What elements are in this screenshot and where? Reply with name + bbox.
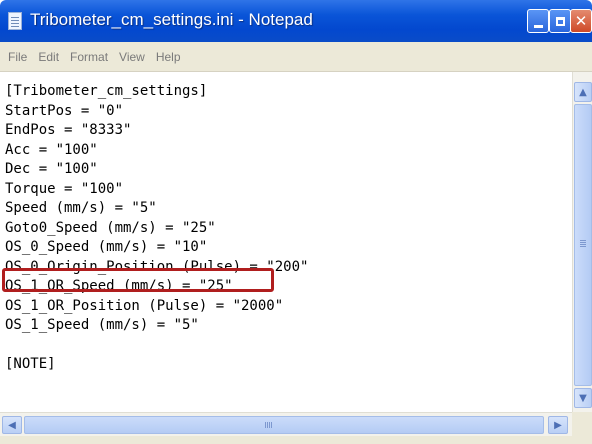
menu-file[interactable]: File — [8, 50, 27, 64]
scroll-right-button[interactable]: ▶ — [548, 416, 568, 434]
vertical-scrollbar[interactable]: ▲ ▼ — [572, 72, 592, 412]
vertical-scroll-thumb[interactable] — [574, 104, 592, 386]
notepad-icon — [8, 12, 22, 30]
editor-line: StartPos = "0" — [5, 102, 124, 119]
editor-line: Speed (mm/s) = "5" — [5, 200, 157, 216]
menu-help[interactable]: Help — [156, 50, 181, 64]
menu-edit[interactable]: Edit — [38, 50, 59, 64]
arrow-down-icon: ▼ — [579, 392, 587, 404]
close-icon: ✕ — [574, 11, 588, 30]
editor-line: ​ — [5, 336, 308, 356]
minimize-icon — [533, 24, 543, 28]
text-editor[interactable]: [Tribometer_cm_settings] StartPos = "0" En… — [0, 72, 572, 412]
editor-line: [NOTE] — [5, 356, 56, 372]
editor-line: Acc = "100" — [5, 141, 98, 158]
menu-bar: File Edit Format View Help — [0, 42, 592, 72]
editor-line: OS_1_Speed (mm/s) = "5" — [5, 317, 199, 333]
editor-line: Goto0_Speed (mm/s) = "25" — [5, 219, 216, 236]
window-title: Tribometer_cm_settings.ini - Notepad — [30, 10, 313, 29]
editor-line: EndPos = "8333" — [5, 122, 132, 138]
scroll-up-button[interactable]: ▲ — [574, 82, 592, 102]
editor-line: [Tribometer_cm_settings] — [5, 83, 208, 99]
window-bottom-edge — [0, 436, 572, 444]
size-grip[interactable] — [572, 412, 592, 444]
menu-format[interactable]: Format — [70, 50, 108, 64]
arrow-up-icon: ▲ — [579, 86, 587, 98]
title-bar[interactable]: Tribometer_cm_settings.ini - Notepad ✕ — [0, 0, 592, 42]
highlight-annotation-box — [2, 268, 274, 292]
horizontal-scroll-thumb[interactable] — [24, 416, 544, 434]
editor-line: OS_0_Speed (mm/s) = "10" — [5, 239, 208, 255]
editor-content[interactable]: [Tribometer_cm_settings] StartPos = "0" En… — [5, 82, 308, 375]
editor-line: OS_1_OR_Position (Pulse) = "2000" — [5, 297, 284, 314]
editor-line: Dec = "100" — [5, 161, 98, 177]
maximize-button[interactable] — [549, 9, 571, 33]
maximize-icon — [555, 16, 565, 26]
scroll-left-button[interactable]: ◀ — [2, 416, 22, 434]
menu-view[interactable]: View — [119, 50, 145, 64]
arrow-left-icon: ◀ — [8, 419, 16, 431]
scroll-down-button[interactable]: ▼ — [574, 388, 592, 408]
close-button[interactable]: ✕ — [570, 9, 592, 33]
editor-line: Torque = "100" — [5, 180, 124, 197]
horizontal-scrollbar[interactable]: ◀ ▶ — [0, 412, 572, 436]
arrow-right-icon: ▶ — [554, 419, 562, 431]
minimize-button[interactable] — [527, 9, 549, 33]
